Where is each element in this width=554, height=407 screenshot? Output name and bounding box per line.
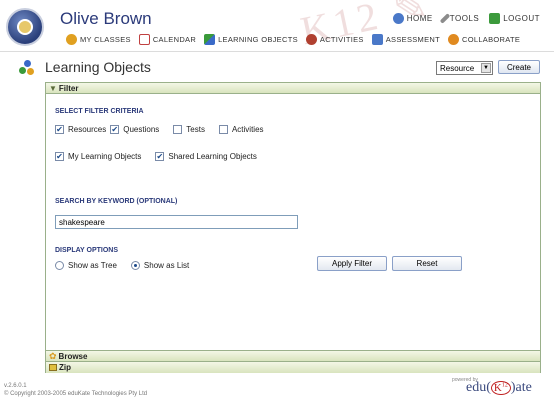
- learning-objects-panel: ▼ Filter SELECT FILTER CRITERIA ✔ Resour…: [45, 82, 541, 373]
- object-type-select[interactable]: Resource ▼: [436, 61, 493, 75]
- activities-checkbox-label: Activities: [231, 125, 264, 134]
- top-links: HOME TOOLS LOGOUT: [392, 13, 540, 24]
- logo-text-suffix: )ate: [510, 380, 532, 395]
- collaborate-icon: [448, 34, 459, 45]
- user-name: Olive Brown: [60, 9, 152, 28]
- browse-header-label: Browse: [58, 351, 88, 361]
- create-button[interactable]: Create: [498, 60, 540, 74]
- select-criteria-label: SELECT FILTER CRITERIA: [55, 108, 144, 115]
- ownership-checkboxes: ✔ My Learning Objects ✔ Shared Learning …: [55, 152, 257, 161]
- footer-info: v.2.6.0.1 © Copyright 2003-2005 eduKate …: [4, 382, 147, 398]
- tools-link-label: TOOLS: [449, 14, 480, 23]
- show-as-tree-label: Show as Tree: [68, 261, 117, 270]
- nav-collaborate-label: COLLABORATE: [462, 35, 521, 44]
- object-type-select-value: Resource: [440, 63, 475, 73]
- keyword-label: SEARCH BY KEYWORD (OPTIONAL): [55, 198, 178, 205]
- logout-link-label: LOGOUT: [503, 14, 540, 23]
- browse-icon: ✿: [49, 350, 57, 361]
- questions-checkbox-label: Questions: [123, 125, 160, 134]
- tests-checkbox-label: Tests: [186, 125, 205, 134]
- nav-learning-objects[interactable]: LEARNING OBJECTS: [204, 34, 298, 45]
- app-logo[interactable]: [6, 8, 44, 46]
- page-title: Learning Objects: [45, 59, 151, 75]
- reset-button[interactable]: Reset: [392, 256, 462, 271]
- shared-learning-objects-checkbox[interactable]: ✔: [155, 152, 165, 161]
- logo-k12-mark: K12: [490, 381, 511, 395]
- nav-assessment-label: ASSESSMENT: [385, 35, 440, 44]
- home-icon: [392, 13, 404, 24]
- learning-objects-icon: [204, 34, 216, 45]
- questions-checkbox[interactable]: ✔: [110, 125, 120, 134]
- app-header: K12 ✎ Olive Brown HOME TOOLS LOGOUT MY C…: [0, 0, 554, 52]
- nav-activities-label: ACTIVITIES: [319, 35, 364, 44]
- show-as-tree-radio[interactable]: [55, 261, 64, 270]
- shared-learning-objects-label: Shared Learning Objects: [168, 152, 257, 161]
- logo-text-prefix: edu(: [466, 380, 491, 395]
- filter-header[interactable]: ▼ Filter: [46, 83, 540, 94]
- home-link[interactable]: HOME: [392, 13, 433, 24]
- version-text: v.2.6.0.1: [4, 383, 27, 389]
- apply-filter-button[interactable]: Apply Filter: [317, 256, 387, 271]
- browse-header[interactable]: ✿ Browse: [46, 351, 540, 362]
- my-learning-objects-label: My Learning Objects: [68, 152, 142, 161]
- filter-header-label: Filter: [58, 83, 79, 93]
- tools-icon: [439, 13, 451, 24]
- tools-link[interactable]: TOOLS: [439, 13, 480, 24]
- nav-calendar[interactable]: CALENDAR: [138, 34, 197, 45]
- eduk12ate-logo: edu(K12)ate: [466, 380, 532, 396]
- tests-checkbox[interactable]: [173, 125, 183, 134]
- logo-emblem-icon: [17, 19, 33, 35]
- nav-my-classes-label: MY CLASSES: [80, 35, 131, 44]
- display-options: Show as Tree Show as List: [55, 261, 189, 270]
- nav-calendar-label: CALENDAR: [152, 35, 197, 44]
- chevron-down-icon: ▼: [481, 63, 491, 73]
- logo-k: K: [493, 382, 502, 394]
- zip-header[interactable]: Zip: [46, 362, 540, 373]
- logo-12: 12: [501, 382, 508, 389]
- keyword-input[interactable]: shakespeare: [55, 215, 298, 229]
- logout-link[interactable]: LOGOUT: [489, 13, 540, 24]
- funnel-icon: ▼: [49, 83, 57, 93]
- learning-objects-icon: [19, 60, 35, 76]
- nav-collaborate[interactable]: COLLABORATE: [448, 34, 520, 45]
- display-options-label: DISPLAY OPTIONS: [55, 247, 119, 254]
- home-link-label: HOME: [406, 14, 433, 23]
- nav-activities[interactable]: ACTIVITIES: [305, 34, 364, 45]
- show-as-list-label: Show as List: [143, 261, 190, 270]
- nav-learning-objects-label: LEARNING OBJECTS: [218, 35, 298, 44]
- calendar-icon: [138, 34, 150, 45]
- activities-icon: [305, 34, 317, 45]
- type-checkboxes: ✔ Resources ✔ Questions Tests Activities: [55, 125, 264, 134]
- nav-assessment[interactable]: ASSESSMENT: [371, 34, 440, 45]
- activities-checkbox[interactable]: [218, 125, 228, 134]
- zip-header-label: Zip: [59, 363, 71, 372]
- classes-icon: [66, 34, 77, 45]
- resources-checkbox-label: Resources: [68, 125, 107, 134]
- zip-icon: [49, 364, 57, 371]
- filter-body: SELECT FILTER CRITERIA ✔ Resources ✔ Que…: [46, 94, 540, 351]
- nav-my-classes[interactable]: MY CLASSES: [66, 34, 131, 45]
- logout-icon: [489, 13, 501, 24]
- resources-checkbox[interactable]: ✔: [55, 125, 64, 134]
- my-learning-objects-checkbox[interactable]: ✔: [55, 152, 64, 161]
- main-nav: MY CLASSES CALENDAR LEARNING OBJECTS ACT…: [66, 34, 520, 45]
- show-as-list-radio[interactable]: [130, 261, 140, 270]
- copyright-text: © Copyright 2003-2005 eduKate Technologi…: [4, 391, 148, 397]
- assessment-icon: [371, 34, 383, 45]
